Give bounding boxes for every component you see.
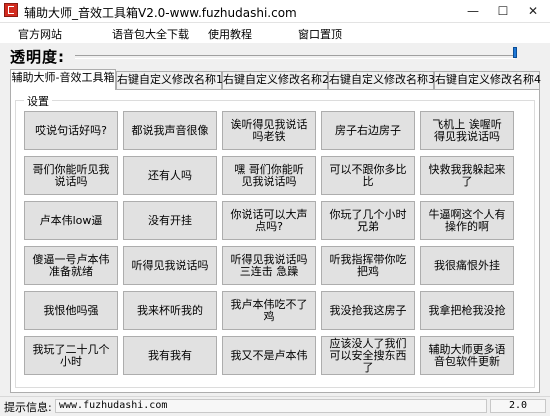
sound-button[interactable]: 我恨他吗强 <box>24 291 118 330</box>
sound-button[interactable]: 可以不跟你多比比 <box>321 156 415 195</box>
menu-official-site[interactable]: 官方网站 <box>18 26 62 42</box>
sound-button[interactable]: 我卢本伟吃不了鸡 <box>222 291 316 330</box>
title-bar: 辅助大师_音效工具箱V2.0-www.fuzhudashi.com — ☐ ✕ <box>0 0 550 23</box>
menu-voice-pack-download[interactable]: 语音包大全下载 <box>112 26 189 42</box>
sound-button[interactable]: 哥们你能听见我说话吗 <box>24 156 118 195</box>
sound-button[interactable]: 你玩了几个小时兄弟 <box>321 201 415 240</box>
opacity-slider-track[interactable] <box>75 55 515 59</box>
sound-button[interactable]: 卢本伟low逼 <box>24 201 118 240</box>
maximize-button[interactable]: ☐ <box>488 0 518 22</box>
tab-custom-3[interactable]: 右键自定义修改名称3 <box>328 71 435 89</box>
sound-button[interactable]: 还有人吗 <box>123 156 217 195</box>
window-title: 辅助大师_音效工具箱V2.0-www.fuzhudashi.com <box>24 6 297 20</box>
menu-bar: 官方网站 语音包大全下载 使用教程 窗口置顶 <box>0 23 550 43</box>
tab-custom-2[interactable]: 右键自定义修改名称2 <box>222 71 329 89</box>
sound-button[interactable]: 哎说句话好吗? <box>24 111 118 150</box>
sound-button[interactable]: 我来杯听我的 <box>123 291 217 330</box>
sound-button[interactable]: 房子右边房子 <box>321 111 415 150</box>
sound-button[interactable]: 应该没人了我们可以安全搜东西了 <box>321 336 415 375</box>
sound-button[interactable]: 都说我声音很像 <box>123 111 217 150</box>
sound-button-grid: 哎说句话好吗? 都说我声音很像 诶听得见我说话吗老铁 房子右边房子 飞机上 诶喔… <box>24 111 514 375</box>
sound-button[interactable]: 我玩了二十几个小时 <box>24 336 118 375</box>
status-label: 提示信息: <box>4 401 52 414</box>
sound-button[interactable]: 听得见我说话吗三连击 急躁 <box>222 246 316 285</box>
menu-tutorial[interactable]: 使用教程 <box>208 26 252 42</box>
settings-group: 设置 哎说句话好吗? 都说我声音很像 诶听得见我说话吗老铁 房子右边房子 飞机上… <box>15 93 535 388</box>
opacity-label: 透明度: <box>10 48 65 66</box>
tab-strip: 辅助大师-音效工具箱 右键自定义修改名称1 右键自定义修改名称2 右键自定义修改… <box>10 69 541 90</box>
tab-custom-4[interactable]: 右键自定义修改名称4 <box>434 71 541 89</box>
sound-button[interactable]: 听得见我说话吗 <box>123 246 217 285</box>
settings-group-label: 设置 <box>24 93 52 109</box>
sound-button[interactable]: 没有开挂 <box>123 201 217 240</box>
opacity-row: 透明度: <box>0 44 550 68</box>
status-message: www.fuzhudashi.com <box>55 399 487 413</box>
sound-button[interactable]: 我拿把枪我没抢 <box>420 291 514 330</box>
sound-button[interactable]: 快救我我躲起来了 <box>420 156 514 195</box>
sound-button[interactable]: 飞机上 诶喔听得见我说话吗 <box>420 111 514 150</box>
app-icon <box>4 3 18 17</box>
tab-panel: 设置 哎说句话好吗? 都说我声音很像 诶听得见我说话吗老铁 房子右边房子 飞机上… <box>10 89 540 393</box>
close-button[interactable]: ✕ <box>518 0 548 22</box>
sound-button[interactable]: 你说话可以大声点吗? <box>222 201 316 240</box>
status-bar: 提示信息: www.fuzhudashi.com 2.0 <box>0 396 550 416</box>
sound-button[interactable]: 我有我有 <box>123 336 217 375</box>
menu-window-pin[interactable]: 窗口置顶 <box>298 26 342 42</box>
opacity-slider-thumb[interactable] <box>513 47 517 58</box>
sound-button[interactable]: 牛逼啊这个人有操作的啊 <box>420 201 514 240</box>
tab-main[interactable]: 辅助大师-音效工具箱 <box>10 69 116 90</box>
sound-button[interactable]: 我又不是卢本伟 <box>222 336 316 375</box>
tab-custom-1[interactable]: 右键自定义修改名称1 <box>116 71 223 89</box>
sound-button[interactable]: 诶听得见我说话吗老铁 <box>222 111 316 150</box>
sound-button[interactable]: 听我指挥带你吃把鸡 <box>321 246 415 285</box>
sound-button[interactable]: 我很痛恨外挂 <box>420 246 514 285</box>
version-label: 2.0 <box>490 399 546 413</box>
more-voice-packs-button[interactable]: 辅助大师更多语音包软件更新 <box>420 336 514 375</box>
minimize-button[interactable]: — <box>458 0 488 22</box>
sound-button[interactable]: 嘿 哥们你能听见我说话吗 <box>222 156 316 195</box>
sound-button[interactable]: 傻逼一号卢本伟准备就绪 <box>24 246 118 285</box>
sound-button[interactable]: 我没抢我这房子 <box>321 291 415 330</box>
